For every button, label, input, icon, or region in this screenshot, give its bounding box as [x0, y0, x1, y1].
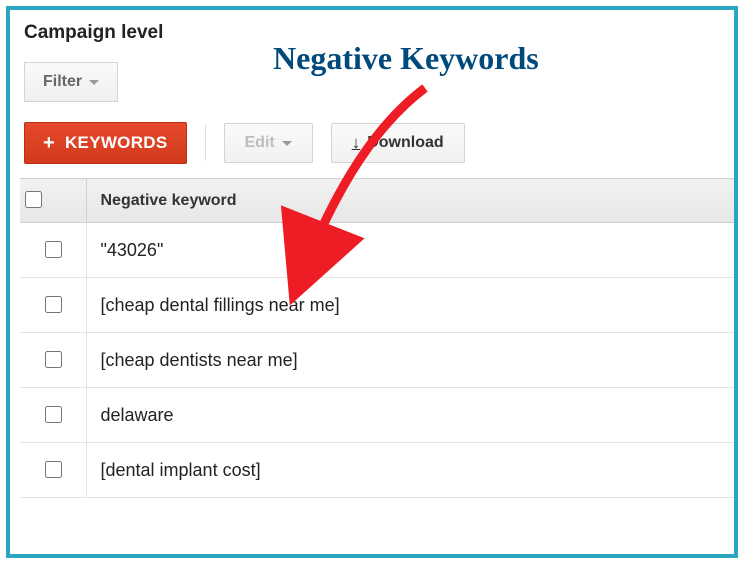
- keyword-cell[interactable]: [dental implant cost]: [86, 443, 734, 498]
- row-checkbox[interactable]: [45, 461, 62, 478]
- download-icon: ↓: [352, 134, 361, 151]
- page-title: Campaign level: [24, 22, 734, 44]
- toolbar: + KEYWORDS Edit ↓ Download: [24, 122, 734, 164]
- column-header-keyword[interactable]: Negative keyword: [86, 179, 734, 223]
- edit-button[interactable]: Edit: [224, 123, 313, 163]
- divider: [205, 125, 206, 161]
- table-row: [dental implant cost]: [20, 443, 734, 498]
- edit-label: Edit: [245, 134, 275, 152]
- table-row: [cheap dentists near me]: [20, 333, 734, 388]
- table-row: delaware: [20, 388, 734, 443]
- row-checkbox[interactable]: [45, 296, 62, 313]
- download-label: Download: [367, 134, 443, 152]
- add-keywords-button[interactable]: + KEYWORDS: [24, 122, 187, 164]
- row-checkbox[interactable]: [45, 351, 62, 368]
- keyword-cell[interactable]: delaware: [86, 388, 734, 443]
- row-checkbox[interactable]: [45, 241, 62, 258]
- table-row: "43026": [20, 223, 734, 278]
- chevron-down-icon: [89, 80, 99, 85]
- table-row: [cheap dental fillings near me]: [20, 278, 734, 333]
- download-button[interactable]: ↓ Download: [331, 123, 465, 163]
- keyword-cell[interactable]: "43026": [86, 223, 734, 278]
- plus-icon: +: [43, 133, 55, 153]
- negative-keywords-table: Negative keyword "43026" [cheap dental f…: [20, 178, 734, 498]
- table-header-row: Negative keyword: [20, 179, 734, 223]
- select-all-checkbox[interactable]: [25, 191, 42, 208]
- filter-label: Filter: [43, 73, 82, 91]
- row-checkbox[interactable]: [45, 406, 62, 423]
- keywords-button-label: KEYWORDS: [65, 133, 168, 153]
- chevron-down-icon: [282, 141, 292, 146]
- keyword-cell[interactable]: [cheap dentists near me]: [86, 333, 734, 388]
- filter-button[interactable]: Filter: [24, 62, 118, 102]
- keyword-cell[interactable]: [cheap dental fillings near me]: [86, 278, 734, 333]
